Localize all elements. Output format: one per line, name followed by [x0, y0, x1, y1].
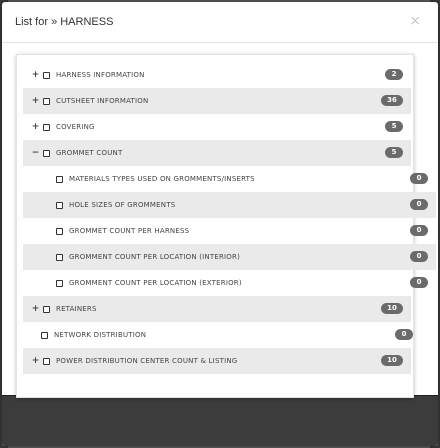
count-badge: 36 [381, 95, 403, 106]
tree-item[interactable]: NETWORK DISTRIBUTION 0 [23, 322, 421, 348]
checkbox-icon[interactable] [56, 201, 63, 209]
tree-item-label: GROMMET COUNT PER HARNESS [69, 227, 190, 235]
tree-item[interactable]: GROMMET COUNT PER HARNESS 0 [23, 218, 436, 244]
close-button[interactable]: × [409, 13, 421, 29]
tree-item[interactable]: + CUTSHEET INFORMATION 36 [23, 88, 411, 114]
tree-item-label: MATERIALS TYPES USED ON GROMMENTS/INSERT… [69, 175, 255, 183]
tree-item-label: GROMMENT COUNT PER LOCATION (EXTERIOR) [69, 279, 242, 287]
checkbox-icon[interactable] [56, 227, 63, 235]
count-badge: 0 [395, 329, 413, 340]
checkbox-icon[interactable] [43, 123, 50, 131]
tree-item-label: HARNESS INFORMATION [56, 71, 145, 79]
checkbox-icon[interactable] [43, 149, 50, 157]
expand-icon[interactable]: + [31, 122, 40, 132]
checkbox-icon[interactable] [43, 97, 50, 105]
tree-item-label: GROMMET COUNT [56, 149, 123, 157]
checkbox-icon[interactable] [56, 175, 63, 183]
tree-item[interactable]: + POWER DISTRIBUTION CENTER COUNT & LISTI… [23, 348, 411, 374]
expand-icon[interactable]: + [31, 304, 40, 314]
count-badge: 10 [381, 303, 403, 314]
tree-panel: + HARNESS INFORMATION 2 + CUTSHEET INFORMATI… [16, 54, 436, 398]
checkbox-icon[interactable] [41, 331, 48, 339]
checkbox-icon[interactable] [56, 253, 63, 261]
tree-item[interactable]: − GROMMET COUNT 5 [23, 140, 411, 166]
tree-item[interactable]: MATERIALS TYPES USED ON GROMMENTS/INSERT… [23, 166, 436, 192]
tree-item-label: GROMMENT COUNT PER LOCATION (INTERIOR) [69, 253, 240, 261]
modal-footer [2, 395, 438, 446]
count-badge: 2 [385, 69, 403, 80]
tree-item[interactable]: + COVERING 5 [23, 114, 411, 140]
count-badge: 0 [410, 173, 428, 184]
tree-item-label: RETAINERS [56, 305, 97, 313]
checkbox-icon[interactable] [43, 71, 50, 79]
list-modal: List for » HARNESS × + HARNESS INFORMATIO… [2, 2, 438, 446]
modal-header: List for » HARNESS × [2, 2, 438, 43]
tree-item[interactable]: HOLE SIZES OF GROMMENTS 0 [23, 192, 436, 218]
tree-item-label: CUTSHEET INFORMATION [56, 97, 149, 105]
tree-item-label: NETWORK DISTRIBUTION [54, 331, 147, 339]
tree-list: + HARNESS INFORMATION 2 + CUTSHEET INFORMATI… [23, 62, 436, 374]
count-badge: 0 [410, 225, 428, 236]
collapse-icon[interactable]: − [31, 148, 40, 158]
tree-item-label: POWER DISTRIBUTION CENTER COUNT & LISTIN… [56, 357, 238, 365]
count-badge: 0 [410, 251, 428, 262]
checkbox-icon[interactable] [43, 357, 50, 365]
tree-item-label: HOLE SIZES OF GROMMENTS [69, 201, 176, 209]
tree-item[interactable]: GROMMENT COUNT PER LOCATION (INTERIOR) 0 [23, 244, 436, 270]
count-badge: 10 [381, 355, 403, 366]
count-badge: 5 [385, 121, 403, 132]
checkbox-icon[interactable] [56, 279, 63, 287]
expand-icon[interactable]: + [31, 70, 40, 80]
count-badge: 5 [385, 147, 403, 158]
tree-item[interactable]: GROMMENT COUNT PER LOCATION (EXTERIOR) 0 [23, 270, 436, 296]
count-badge: 0 [410, 199, 428, 210]
tree-item-label: COVERING [56, 123, 95, 131]
modal-title: List for » HARNESS [15, 16, 114, 28]
expand-icon[interactable]: + [31, 356, 40, 366]
tree-item[interactable]: + HARNESS INFORMATION 2 [23, 62, 411, 88]
count-badge: 0 [410, 277, 428, 288]
expand-icon[interactable]: + [31, 96, 40, 106]
tree-item[interactable]: + RETAINERS 10 [23, 296, 411, 322]
checkbox-icon[interactable] [43, 305, 50, 313]
